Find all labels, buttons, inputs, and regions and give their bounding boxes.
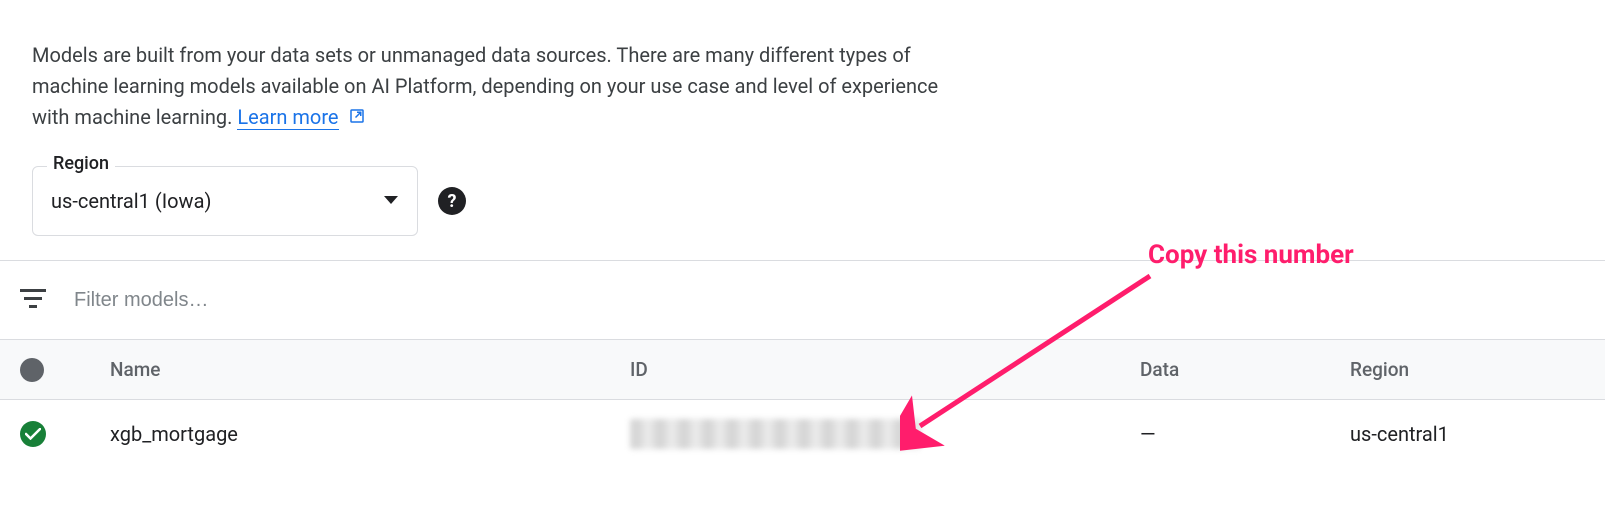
chevron-down-icon: [383, 193, 399, 209]
table-header-row: Name ID Data Region: [0, 340, 1605, 400]
filter-bar: [0, 260, 1605, 340]
learn-more-link[interactable]: Learn more: [237, 105, 338, 130]
status-success-icon: [20, 421, 46, 447]
help-icon[interactable]: ?: [438, 187, 466, 215]
table-row[interactable]: xgb_mortgage — us-central1: [0, 400, 1605, 468]
filter-icon[interactable]: [20, 287, 46, 313]
annotation-label: Copy this number: [1148, 240, 1354, 270]
external-link-icon: [348, 103, 366, 134]
col-header-id[interactable]: ID: [630, 358, 1140, 381]
status-header-icon: [20, 358, 44, 382]
model-name[interactable]: xgb_mortgage: [100, 422, 630, 446]
description-text: Models are built from your data sets or …: [0, 0, 1000, 134]
model-data: —: [1140, 422, 1350, 446]
region-label: Region: [47, 153, 115, 174]
region-select[interactable]: Region us-central1 (Iowa): [32, 166, 418, 236]
col-header-name[interactable]: Name: [100, 358, 630, 381]
description-body: Models are built from your data sets or …: [32, 43, 938, 129]
model-id-redacted: [630, 419, 920, 449]
filter-input[interactable]: [74, 289, 1585, 312]
col-header-data[interactable]: Data: [1140, 358, 1350, 381]
model-region: us-central1: [1350, 422, 1605, 446]
region-value: us-central1 (Iowa): [51, 189, 383, 213]
col-header-region[interactable]: Region: [1350, 358, 1605, 381]
